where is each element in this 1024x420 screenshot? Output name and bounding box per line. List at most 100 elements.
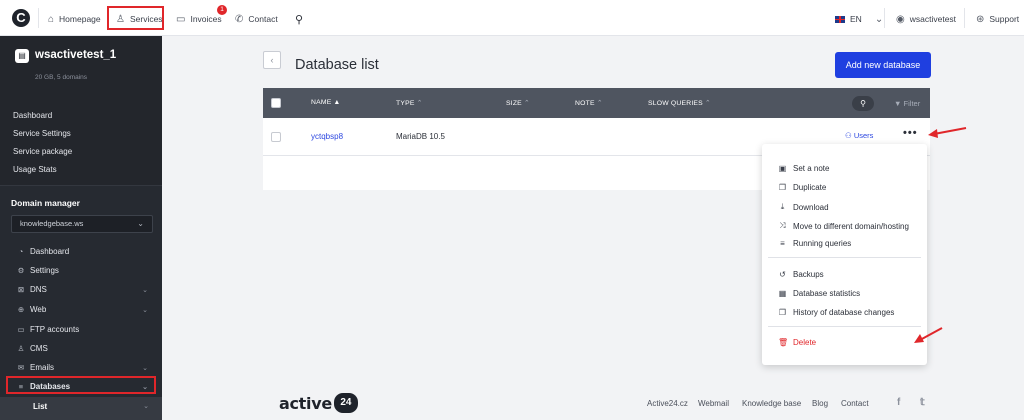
footer-link-blog[interactable]: Blog <box>812 399 828 408</box>
menu-item-label: Backups <box>793 270 824 279</box>
dns-icon: ⊠ <box>17 285 25 294</box>
column-note[interactable]: NOTE ⌃ <box>575 99 603 107</box>
nav-invoices[interactable]: ▭ Invoices <box>176 12 222 26</box>
database-type: MariaDB 10.5 <box>396 132 445 141</box>
sidebar-link-dashboard[interactable]: Dashboard <box>13 111 52 120</box>
sidebar-item-label: Dashboard <box>30 247 70 256</box>
menu-item-backups[interactable]: ↺ Backups <box>778 270 824 279</box>
row-context-menu: ▣ Set a note ❐ Duplicate ⤓ Download ⤨ Move t… <box>762 144 927 365</box>
ellipsis-icon: ••• <box>903 127 918 139</box>
search-button[interactable]: ⚲ <box>295 12 303 26</box>
footer-logo[interactable]: active 24 <box>279 392 358 414</box>
column-size[interactable]: SIZE ⌃ <box>506 99 530 107</box>
sidebar-subitem-list[interactable]: List ⌄ <box>0 397 162 420</box>
sort-icon: ⌃ <box>704 100 711 107</box>
sidebar-link-service-package[interactable]: Service package <box>13 147 72 156</box>
sidebar-item-cms[interactable]: ♙ CMS <box>17 344 153 353</box>
brand-logo[interactable]: C <box>12 9 30 27</box>
sidebar-item-label: Web <box>30 305 47 314</box>
download-icon: ⤓ <box>780 202 785 211</box>
menu-item-database-statistics[interactable]: ▦ Database statistics <box>778 289 860 298</box>
copy-icon: ❐ <box>778 183 787 192</box>
chevron-down-icon: ⌄ <box>142 306 148 314</box>
services-highlight <box>107 6 164 30</box>
sidebar-link-service-settings[interactable]: Service Settings <box>13 129 71 138</box>
menu-item-set-note[interactable]: ▣ Set a note <box>778 164 830 173</box>
table-search-button[interactable]: ⚲ <box>852 96 874 111</box>
sidebar: ▤ wsactivetest_1 20 GB, 5 domains Dashbo… <box>0 36 162 420</box>
sort-icon: ⌃ <box>416 100 423 107</box>
nav-label: Invoices <box>190 14 222 24</box>
column-label: NAME <box>311 99 332 106</box>
sidebar-item-label: CMS <box>30 344 48 353</box>
footer-link-active24[interactable]: Active24.cz <box>647 399 688 408</box>
divider <box>38 8 39 28</box>
annotation-arrow <box>928 127 967 138</box>
filter-icon: ▼ <box>894 99 902 108</box>
language-switcher[interactable]: EN ⌄ <box>835 12 883 26</box>
cms-icon: ♙ <box>17 344 25 353</box>
more-options-button[interactable]: ••• <box>903 127 918 139</box>
database-icon: ≡ <box>780 239 785 248</box>
select-all-checkbox[interactable] <box>271 98 281 108</box>
sidebar-item-emails[interactable]: ✉ Emails ⌄ <box>17 363 153 372</box>
users-button[interactable]: ⚇ Users <box>845 131 873 140</box>
domain-manager-title: Domain manager <box>11 198 80 208</box>
nav-label: Contact <box>248 14 278 24</box>
sidebar-item-dashboard[interactable]: ◔ Dashboard <box>17 247 153 256</box>
add-database-button[interactable]: Add new database <box>835 52 931 78</box>
sidebar-item-settings[interactable]: ⚙ Settings <box>17 266 153 275</box>
column-label: SLOW QUERIES <box>648 100 703 107</box>
nav-homepage[interactable]: ⌂ Homepage <box>48 12 101 26</box>
sidebar-item-web[interactable]: ⊕ Web ⌄ <box>17 305 153 314</box>
chevron-down-icon: ⌄ <box>143 403 149 410</box>
menu-item-running-queries[interactable]: ≡ Running queries <box>778 239 851 248</box>
username: wsactivetest <box>909 14 957 24</box>
column-label: TYPE <box>396 100 415 107</box>
copy-icon: ❐ <box>778 308 787 317</box>
menu-item-download[interactable]: ⤓ Download <box>778 202 829 212</box>
menu-item-delete[interactable]: 🗑 Delete <box>778 338 816 347</box>
sidebar-subitem-label: List <box>33 402 48 411</box>
sidebar-item-dns[interactable]: ⊠ DNS ⌄ <box>17 285 153 294</box>
column-slow-queries[interactable]: SLOW QUERIES ⌃ <box>648 99 711 107</box>
menu-item-label: Running queries <box>793 239 852 248</box>
user-menu[interactable]: ◉ wsactivetest <box>896 12 956 26</box>
sidebar-link-usage-stats[interactable]: Usage Stats <box>13 165 57 174</box>
column-name[interactable]: NAME ▲ <box>311 99 340 106</box>
nav-contact[interactable]: ✆ Contact <box>235 12 278 26</box>
note-icon: ▣ <box>778 164 787 173</box>
top-bar: C ⌂ Homepage ♙ Services ▭ Invoices 1 ✆ C… <box>0 0 1024 36</box>
footer-link-contact[interactable]: Contact <box>841 399 869 408</box>
row-checkbox[interactable] <box>271 132 281 142</box>
database-name-link[interactable]: yctqbsp8 <box>311 132 343 141</box>
sort-icon: ⌃ <box>596 100 603 107</box>
databases-highlight <box>6 376 156 394</box>
facebook-icon[interactable]: f <box>897 397 900 408</box>
menu-item-history[interactable]: ❐ History of database changes <box>778 308 895 317</box>
annotation-arrow <box>914 327 943 343</box>
footer-link-knowledge-base[interactable]: Knowledge base <box>742 399 801 408</box>
back-button[interactable]: ‹ <box>263 51 281 69</box>
sidebar-item-ftp-accounts[interactable]: ▭ FTP accounts <box>17 325 153 334</box>
sort-up-icon: ▲ <box>333 99 341 106</box>
column-label: NOTE <box>575 100 595 107</box>
menu-item-duplicate[interactable]: ❐ Duplicate <box>778 183 826 192</box>
flag-uk-icon <box>835 15 845 23</box>
mail-icon: ✉ <box>17 363 25 372</box>
menu-item-move[interactable]: ⤨ Move to different domain/hosting <box>778 221 909 231</box>
sort-icon: ⌃ <box>523 100 530 107</box>
folder-icon: ▭ <box>17 325 25 334</box>
filter-button[interactable]: ▼ Filter <box>894 99 920 108</box>
footer-link-webmail[interactable]: Webmail <box>698 399 729 408</box>
footer-logo-badge: 24 <box>333 393 358 413</box>
chevron-down-icon: ⌄ <box>874 13 884 25</box>
support-link[interactable]: ⊛ Support <box>976 12 1019 26</box>
domain-select[interactable]: knowledgebase.ws ⌄ <box>11 215 153 233</box>
user-icon: ◉ <box>896 13 905 25</box>
language-label: EN <box>850 14 862 24</box>
twitter-icon[interactable]: 𝕥 <box>920 397 925 408</box>
chevron-down-icon: ⌄ <box>142 364 148 372</box>
menu-item-label: Duplicate <box>793 183 827 192</box>
column-type[interactable]: TYPE ⌃ <box>396 99 422 107</box>
